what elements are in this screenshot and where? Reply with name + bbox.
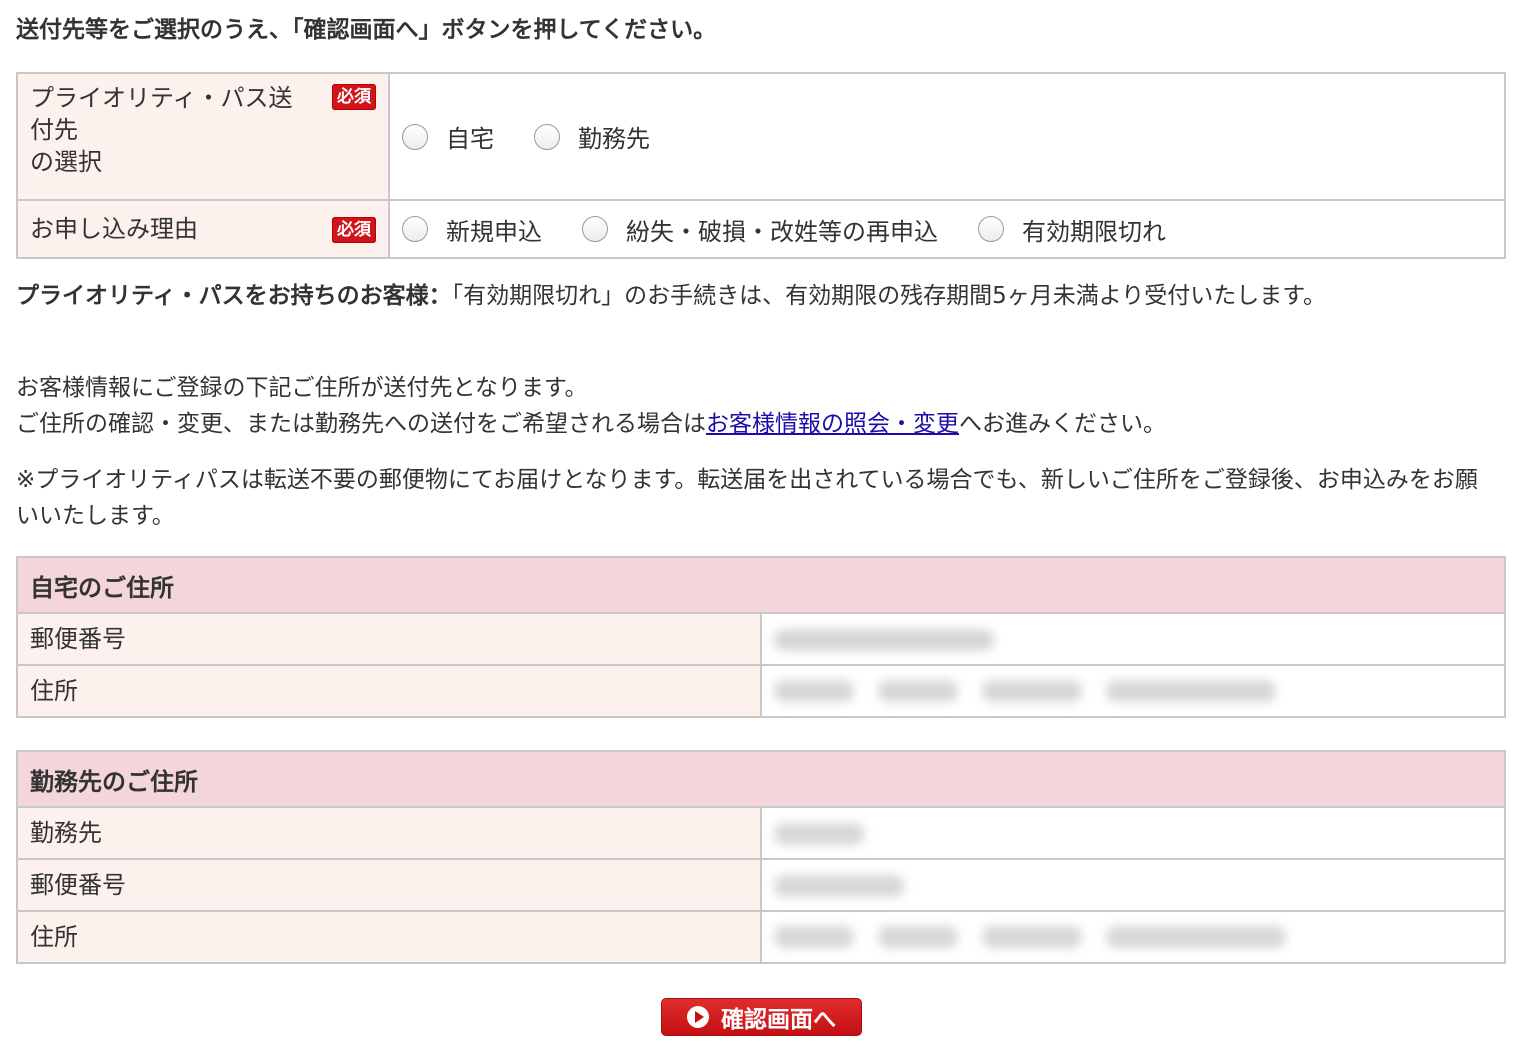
option-label: 有効期限切れ — [1022, 217, 1166, 246]
radio-button[interactable] — [534, 123, 560, 150]
home-postal-row: 郵便番号 — [16, 612, 1506, 666]
radio-button[interactable] — [582, 216, 608, 242]
destination-label-cell: プライオリティ・パス送 付先 の選択 必須 — [16, 72, 390, 201]
reason-option-expired[interactable]: 有効期限切れ — [978, 212, 1166, 247]
radio-button[interactable] — [402, 216, 428, 242]
work-company-row: 勤務先 — [16, 806, 1506, 860]
destination-label: プライオリティ・パス送 付先 の選択 — [30, 84, 293, 176]
home-address-table: 自宅のご住所 郵便番号 住所 — [16, 556, 1506, 718]
confirm-button[interactable]: 確認画面へ — [661, 998, 862, 1036]
reason-label: お申し込み理由 — [30, 215, 198, 243]
reason-option-reissue[interactable]: 紛失・破損・改姓等の再申込 — [582, 212, 938, 247]
required-badge: 必須 — [332, 217, 376, 243]
company-value-redacted — [760, 806, 1506, 860]
option-label: 勤務先 — [578, 125, 650, 153]
reason-row: お申し込み理由 必須 新規申込 紛失・破損・改姓等の再申込 有効期限切れ — [16, 199, 1506, 259]
address-label: 住所 — [16, 664, 762, 718]
address-label: 住所 — [16, 910, 762, 964]
destination-options-cell: 自宅 勤務先 — [388, 72, 1506, 201]
work-address-row: 住所 — [16, 910, 1506, 964]
confirm-button-label: 確認画面へ — [721, 1007, 836, 1033]
home-address-header: 自宅のご住所 — [16, 556, 1506, 614]
destination-option-home[interactable]: 自宅 — [402, 119, 494, 154]
postal-label: 郵便番号 — [16, 858, 762, 912]
postal-value-redacted — [760, 612, 1506, 666]
play-icon — [687, 1006, 709, 1028]
reason-options-cell: 新規申込 紛失・破損・改姓等の再申込 有効期限切れ — [388, 199, 1506, 259]
selection-table: プライオリティ・パス送 付先 の選択 必須 自宅 勤務先 お申し込み理由 必須 … — [16, 72, 1506, 259]
customer-info-link[interactable]: お客様情報の照会・変更 — [706, 411, 959, 437]
expiry-notice: プライオリティ・パスをお持ちのお客様：「有効期限切れ」のお手続きは、有効期限の残… — [16, 278, 1496, 314]
forwarding-note: ※プライオリティパスは転送不要の郵便物にてお届けとなります。転送届を出されている… — [16, 467, 1478, 529]
radio-button[interactable] — [402, 123, 428, 150]
home-address-row: 住所 — [16, 664, 1506, 718]
address-value-redacted — [760, 664, 1506, 718]
address-info: お客様情報にご登録の下記ご住所が送付先となります。 ご住所の確認・変更、または勤… — [16, 370, 1496, 442]
work-address-header: 勤務先のご住所 — [16, 750, 1506, 808]
reason-label-cell: お申し込み理由 必須 — [16, 199, 390, 259]
notice-heading: プライオリティ・パスをお持ちのお客様： — [16, 283, 452, 309]
destination-option-work[interactable]: 勤務先 — [534, 119, 650, 154]
company-label: 勤務先 — [16, 806, 762, 860]
page: 送付先等をご選択のうえ、「確認画面へ」ボタンを押してください。 プライオリティ・… — [0, 0, 1522, 1056]
option-label: 紛失・破損・改姓等の再申込 — [626, 217, 938, 246]
intro-text: 送付先等をご選択のうえ、「確認画面へ」ボタンを押してください。 — [16, 17, 717, 43]
postal-label: 郵便番号 — [16, 612, 762, 666]
required-badge: 必須 — [332, 84, 376, 110]
info-line1: お客様情報にご登録の下記ご住所が送付先となります。 — [16, 375, 588, 401]
option-label: 新規申込 — [446, 217, 542, 246]
destination-row: プライオリティ・パス送 付先 の選択 必須 自宅 勤務先 — [16, 72, 1506, 201]
work-postal-row: 郵便番号 — [16, 858, 1506, 912]
address-value-redacted — [760, 910, 1506, 964]
radio-button[interactable] — [978, 216, 1004, 242]
info-line2: ご住所の確認・変更、または勤務先への送付をご希望される場合はお客様情報の照会・変… — [16, 411, 1166, 437]
reason-option-new[interactable]: 新規申込 — [402, 212, 542, 247]
work-address-table: 勤務先のご住所 勤務先 郵便番号 住所 — [16, 750, 1506, 964]
notice-text: 「有効期限切れ」のお手続きは、有効期限の残存期間5ヶ月未満より受付いたします。 — [451, 283, 1326, 309]
postal-value-redacted — [760, 858, 1506, 912]
option-label: 自宅 — [446, 125, 494, 153]
